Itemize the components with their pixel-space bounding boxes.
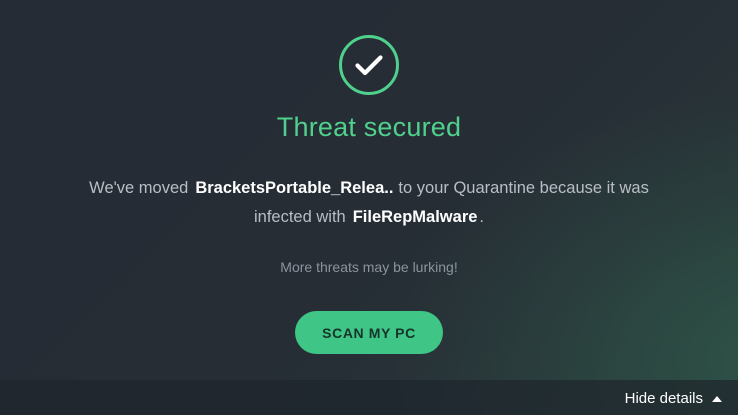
message-line-2: infected with FileRepMalware. bbox=[20, 203, 718, 232]
message-line-1: We've moved BracketsPortable_Relea.. to yo… bbox=[20, 174, 718, 203]
threat-secured-panel: Threat secured We've moved BracketsPortab… bbox=[0, 0, 738, 415]
message-text: infected with bbox=[253, 208, 346, 226]
quarantine-message: We've moved BracketsPortable_Relea.. to yo… bbox=[20, 174, 718, 232]
hide-details-label: Hide details bbox=[624, 390, 703, 407]
caret-up-icon bbox=[712, 395, 722, 402]
details-footer: Hide details bbox=[0, 380, 738, 415]
hide-details-link[interactable]: Hide details bbox=[625, 390, 722, 407]
message-text: to your Quarantine because it was bbox=[398, 179, 649, 197]
message-text: . bbox=[479, 208, 485, 226]
message-text: We've moved bbox=[89, 179, 189, 197]
result-content: Threat secured We've moved BracketsPortab… bbox=[0, 0, 738, 378]
threat-name: FileRepMalware bbox=[352, 208, 478, 226]
page-title: Threat secured bbox=[276, 112, 462, 142]
check-circle-icon bbox=[338, 34, 400, 96]
lurking-warning: More threats may be lurking! bbox=[280, 259, 458, 275]
scan-my-pc-button[interactable]: SCAN MY PC bbox=[295, 311, 443, 354]
file-name: BracketsPortable_Relea.. bbox=[195, 179, 394, 197]
